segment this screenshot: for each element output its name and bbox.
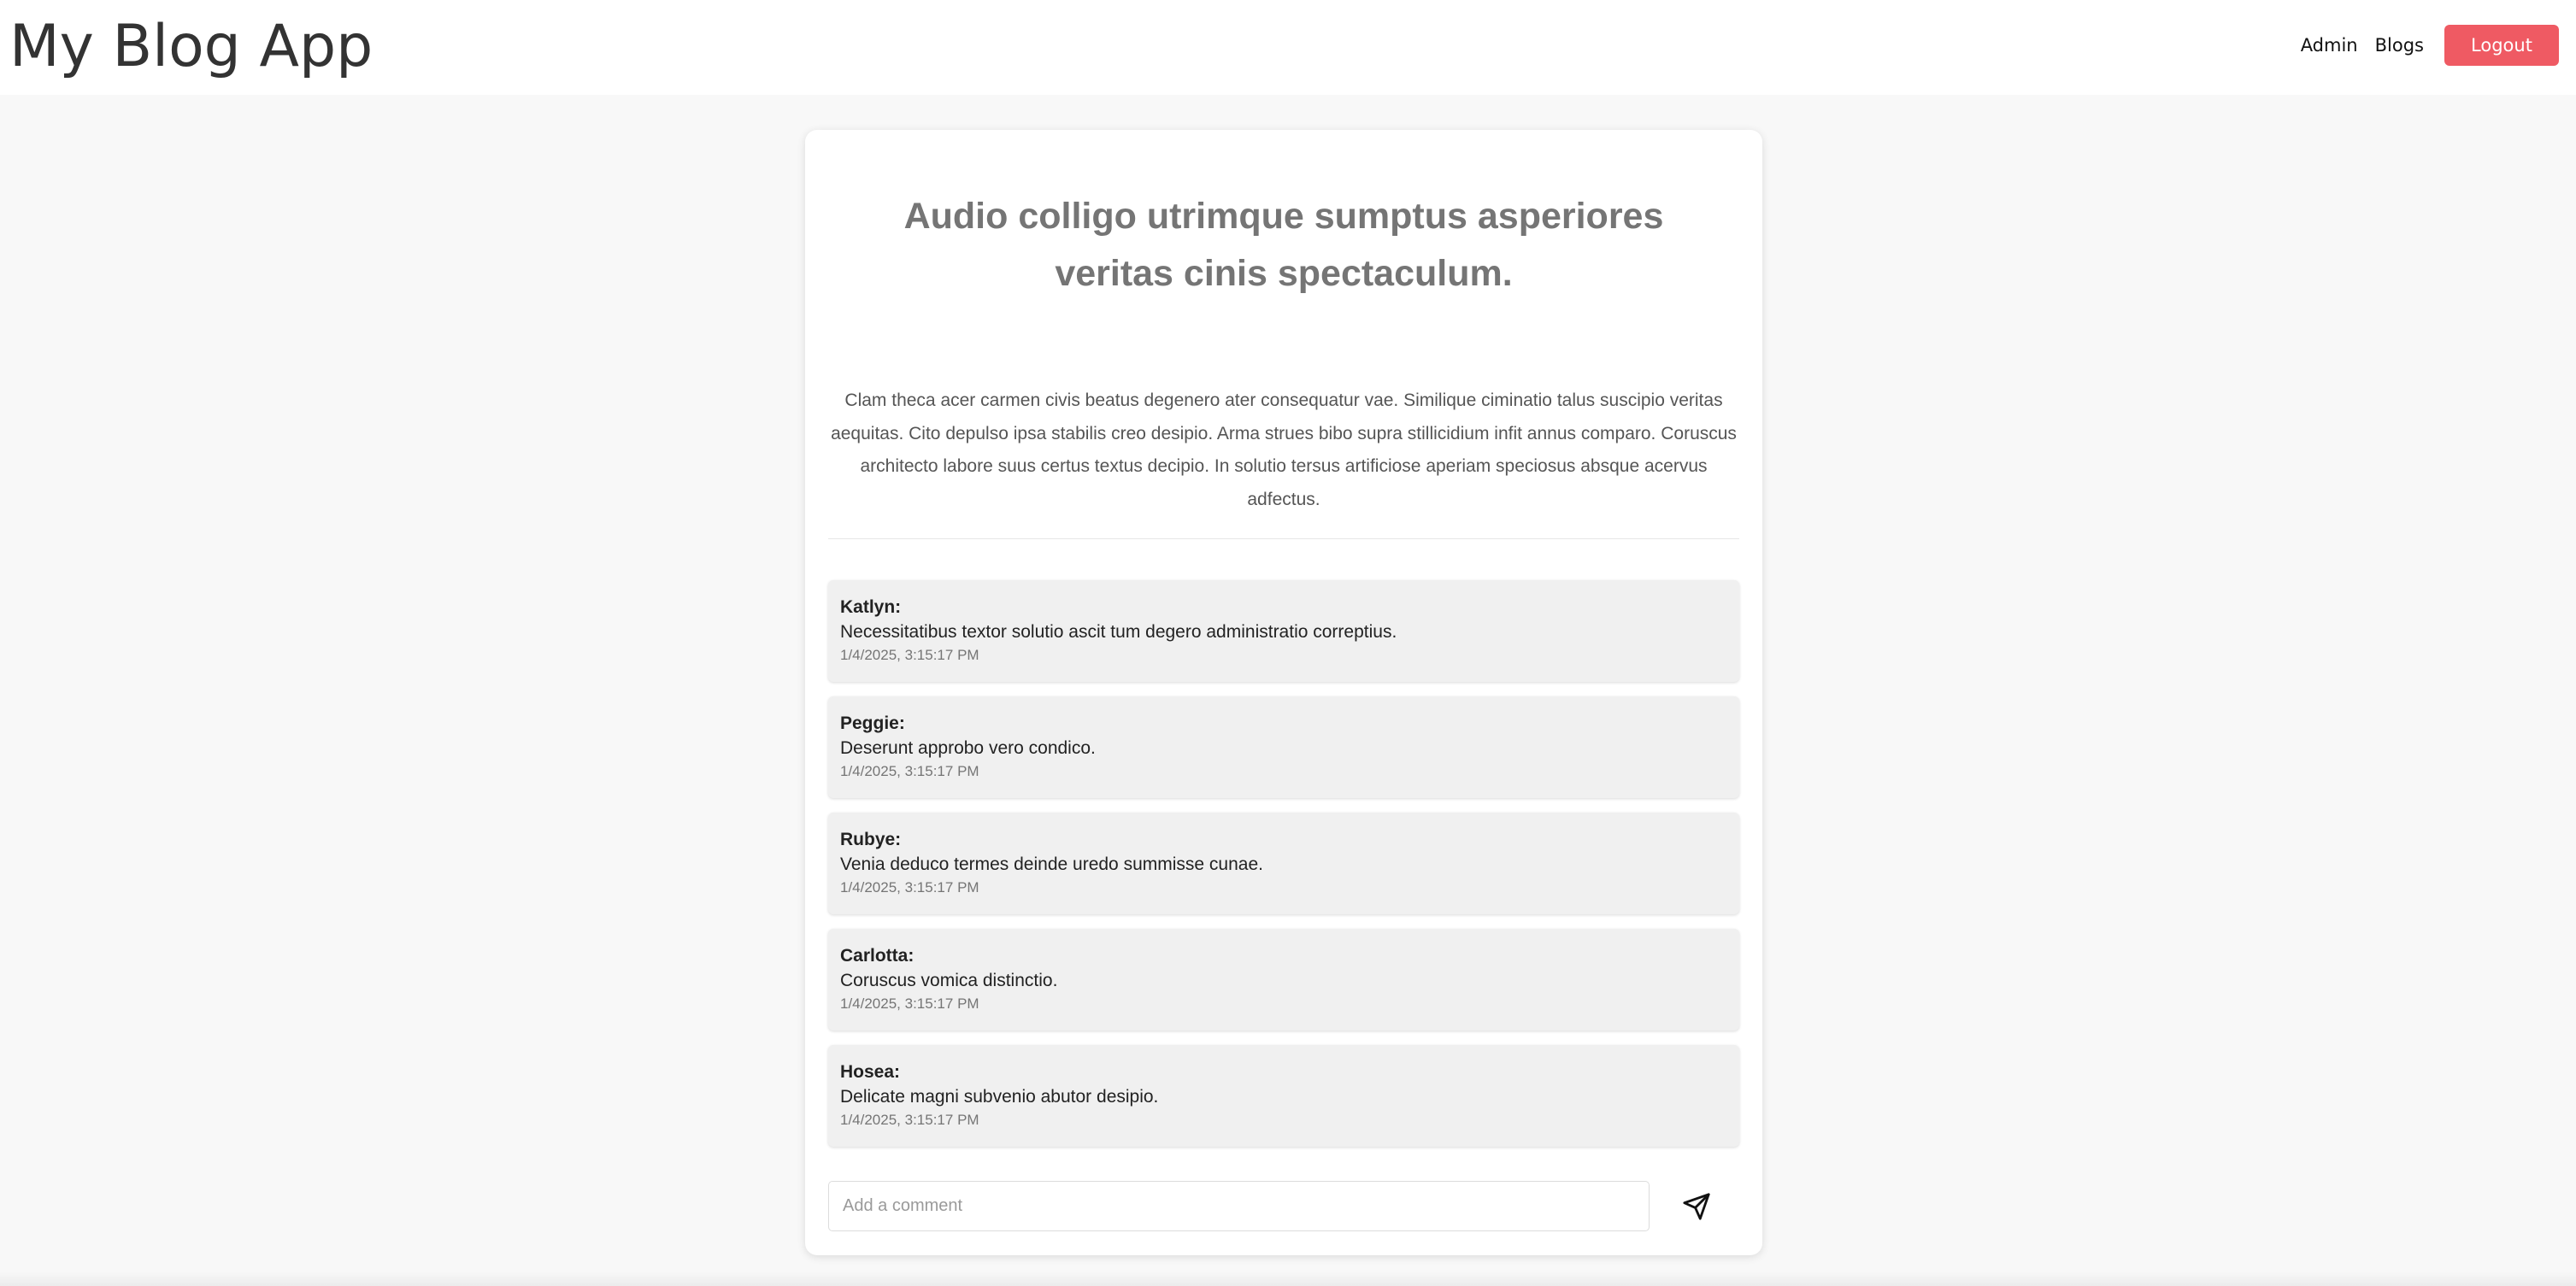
comment-timestamp: 1/4/2025, 3:15:17 PM: [840, 647, 979, 663]
comment-item: Carlotta: Coruscus vomica distinctio. 1/…: [828, 929, 1739, 1031]
comment-text: Venia deduco termes deinde uredo summiss…: [840, 854, 1263, 874]
comment-timestamp: 1/4/2025, 3:15:17 PM: [840, 1112, 979, 1128]
comment-timestamp: 1/4/2025, 3:15:17 PM: [840, 763, 979, 779]
comment-item: Hosea: Delicate magni subvenio abutor de…: [828, 1045, 1739, 1147]
app-title[interactable]: My Blog App: [9, 12, 373, 82]
comment-text: Deserunt approbo vero condico.: [840, 738, 1096, 758]
nav-link-admin[interactable]: Admin: [2301, 35, 2358, 56]
comment-author: Carlotta:: [840, 946, 915, 966]
comment-input[interactable]: [828, 1181, 1650, 1231]
comment-text: Necessitatibus textor solutio ascit tum …: [840, 622, 1397, 642]
comment-author: Peggie:: [840, 713, 905, 733]
blog-post-card: Audio colligo utrimque sumptus asperiore…: [805, 130, 1762, 1255]
comment-timestamp: 1/4/2025, 3:15:17 PM: [840, 995, 979, 1012]
post-body: Clam theca acer carmen civis beatus dege…: [831, 390, 1737, 509]
comment-author: Rubye:: [840, 830, 902, 849]
top-navbar: My Blog App Admin Blogs Logout: [0, 0, 2576, 95]
comments-list: Katlyn: Necessitatibus textor solutio as…: [828, 580, 1739, 1161]
logout-button[interactable]: Logout: [2444, 25, 2559, 66]
post-title: Audio colligo utrimque sumptus asperiore…: [903, 196, 1664, 294]
page-bottom-shadow: [0, 1271, 2576, 1286]
comment-item: Katlyn: Necessitatibus textor solutio as…: [828, 580, 1739, 682]
comment-item: Rubye: Venia deduco termes deinde uredo …: [828, 813, 1739, 914]
comment-text: Coruscus vomica distinctio.: [840, 971, 1058, 990]
comment-text: Delicate magni subvenio abutor desipio.: [840, 1087, 1159, 1107]
comment-author: Hosea:: [840, 1062, 901, 1082]
content-divider: [828, 538, 1739, 539]
main-nav: Admin Blogs Logout: [2301, 25, 2559, 66]
comment-timestamp: 1/4/2025, 3:15:17 PM: [840, 879, 979, 896]
send-comment-button[interactable]: [1673, 1183, 1720, 1230]
comment-author: Katlyn:: [840, 597, 902, 617]
send-icon: [1683, 1193, 1710, 1220]
nav-link-blogs[interactable]: Blogs: [2375, 35, 2424, 56]
comment-item: Peggie: Deserunt approbo vero condico. 1…: [828, 696, 1739, 798]
